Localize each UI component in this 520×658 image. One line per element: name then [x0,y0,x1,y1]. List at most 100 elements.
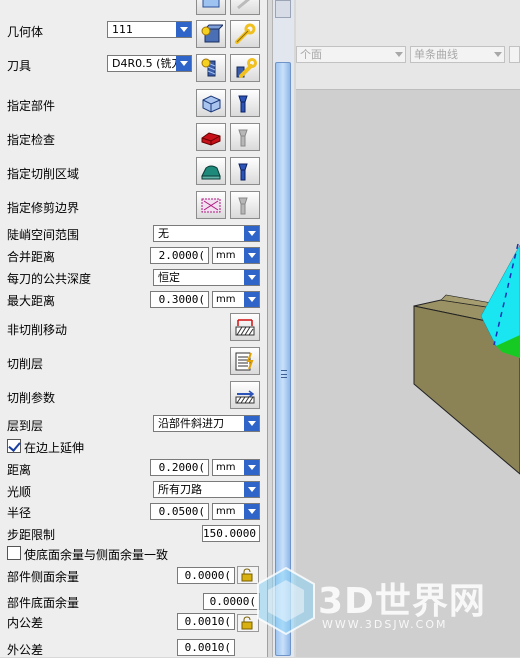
outtol-input[interactable]: 0.0010( [177,639,235,656]
merge-distance-input[interactable]: 2.0000( [150,247,209,264]
stepover-limit-input[interactable]: 150.0000 [202,525,260,542]
part-side-stock-label: 部件侧面余量 [7,570,80,584]
flashlight-icon [238,163,248,181]
chevron-down-icon [176,56,191,71]
steep-range-label: 陡峭空间范围 [7,228,80,242]
part-side-stock-input[interactable]: 0.0000( [177,567,235,584]
common-depth-select[interactable]: 恒定 [153,269,260,286]
geometry-select[interactable]: 111 [107,21,192,38]
level-to-level-select[interactable]: 沿部件斜进刀 [153,415,260,432]
new-geometry-icon [201,24,223,43]
wrench-icon [236,58,257,78]
operation-dialog: 几何体 111 刀具 D4R0.5 (铣刀 指定部件 指定检查 指定切削区域 指… [0,0,268,657]
face-rule-select[interactable]: 个面 [296,46,406,63]
scroll-up-button[interactable] [275,0,291,18]
chevron-down-icon [244,460,259,475]
top-edit-button[interactable] [196,0,226,15]
chevron-down-icon [244,292,259,307]
max-distance-unit-select[interactable]: mm [212,291,260,308]
cut-params-label: 切削参数 [7,391,56,405]
distance-label: 距离 [7,463,32,477]
max-distance-label: 最大距离 [7,294,56,308]
geometry-label: 几何体 [7,25,44,39]
chevron-down-icon [244,482,259,497]
top-wrench-button[interactable] [230,0,260,15]
steep-range-select[interactable]: 无 [153,225,260,242]
non-cutting-label: 非切削移动 [7,323,68,337]
curve-rule-select[interactable]: 单条曲线 [410,46,505,63]
select-trim-button[interactable] [196,191,226,219]
edit-geometry-button[interactable] [230,20,260,48]
non-cutting-moves-icon [235,319,255,336]
chevron-down-icon [244,416,259,431]
specify-part-label: 指定部件 [7,99,56,113]
intol-input[interactable]: 0.0010( [177,613,235,630]
common-depth-label: 每刀的公共深度 [7,272,92,286]
radius-label: 半径 [7,506,32,520]
unit-value: mm [216,462,236,473]
chevron-down-icon [244,226,259,241]
specify-check-label: 指定检查 [7,133,56,147]
show-cut-area-button[interactable] [230,157,260,185]
cut-params-button[interactable] [230,381,260,409]
selection-toolbar: 个面 单条曲线 [296,0,520,90]
intol-label: 内公差 [7,616,44,630]
unit-value: mm [216,294,236,305]
select-part-button[interactable] [196,89,226,117]
max-distance-input[interactable]: 0.3000( [150,291,209,308]
radius-input[interactable]: 0.0500( [150,503,209,520]
trim-boundary-icon [201,198,221,213]
extend-at-edges-checkbox[interactable] [7,439,21,453]
wrench-icon [235,23,256,44]
flashlight-icon [238,129,248,147]
watermark-url: WWW.3DSJW.COM [322,618,448,631]
extend-at-edges-label: 在边上延伸 [24,441,85,455]
smoothing-select[interactable]: 所有刀路 [153,481,260,498]
merge-distance-unit-select[interactable]: mm [212,247,260,264]
specify-cut-area-label: 指定切削区域 [7,167,80,181]
new-geometry-button[interactable] [196,20,226,48]
part-floor-stock-input[interactable]: 0.0000( [203,593,260,610]
chevron-down-icon [494,52,502,57]
flashlight-icon [238,197,248,215]
toolbar-edge [509,46,520,63]
level-to-level-value: 沿部件斜进刀 [158,417,224,430]
new-tool-button[interactable] [196,54,226,82]
same-stock-label: 使底面余量与侧面余量一致 [24,548,169,562]
stepover-limit-label: 步距限制 [7,528,56,542]
select-cut-area-button[interactable] [196,157,226,185]
smoothing-label: 光顺 [7,485,32,499]
cut-area-icon [201,165,221,180]
chevron-down-icon [176,22,191,37]
dialog-scrollbar[interactable] [272,0,294,657]
common-depth-value: 恒定 [158,271,180,284]
grip-icon [281,370,287,378]
unit-value: mm [216,506,236,517]
distance-unit-select[interactable]: mm [212,459,260,476]
non-cutting-button[interactable] [230,313,260,341]
tool-select[interactable]: D4R0.5 (铣刀 [107,55,192,72]
unit-value: mm [216,250,236,261]
show-part-button[interactable] [230,89,260,117]
curve-rule-value: 单条曲线 [414,48,458,61]
select-check-button[interactable] [196,123,226,151]
show-check-button[interactable] [230,123,260,151]
smoothing-value: 所有刀路 [158,483,202,496]
show-trim-button[interactable] [230,191,260,219]
part-floor-stock-label: 部件底面余量 [7,596,80,610]
watermark-brand: 3D世界网 [318,581,486,622]
outtol-label: 外公差 [7,643,44,657]
specify-trim-label: 指定修剪边界 [7,201,80,215]
cut-levels-button[interactable] [230,347,260,375]
check-geometry-icon [201,132,221,146]
watermark-logo-icon [257,566,315,636]
graphics-viewport[interactable]: 个面 单条曲线 [296,0,520,657]
chevron-down-icon [244,504,259,519]
chevron-down-icon [395,52,403,57]
same-stock-checkbox[interactable] [7,546,21,560]
distance-input[interactable]: 0.2000( [150,459,209,476]
tool-label: 刀具 [7,59,32,73]
radius-unit-select[interactable]: mm [212,503,260,520]
wrench-icon [237,0,250,9]
edit-tool-button[interactable] [230,54,260,82]
